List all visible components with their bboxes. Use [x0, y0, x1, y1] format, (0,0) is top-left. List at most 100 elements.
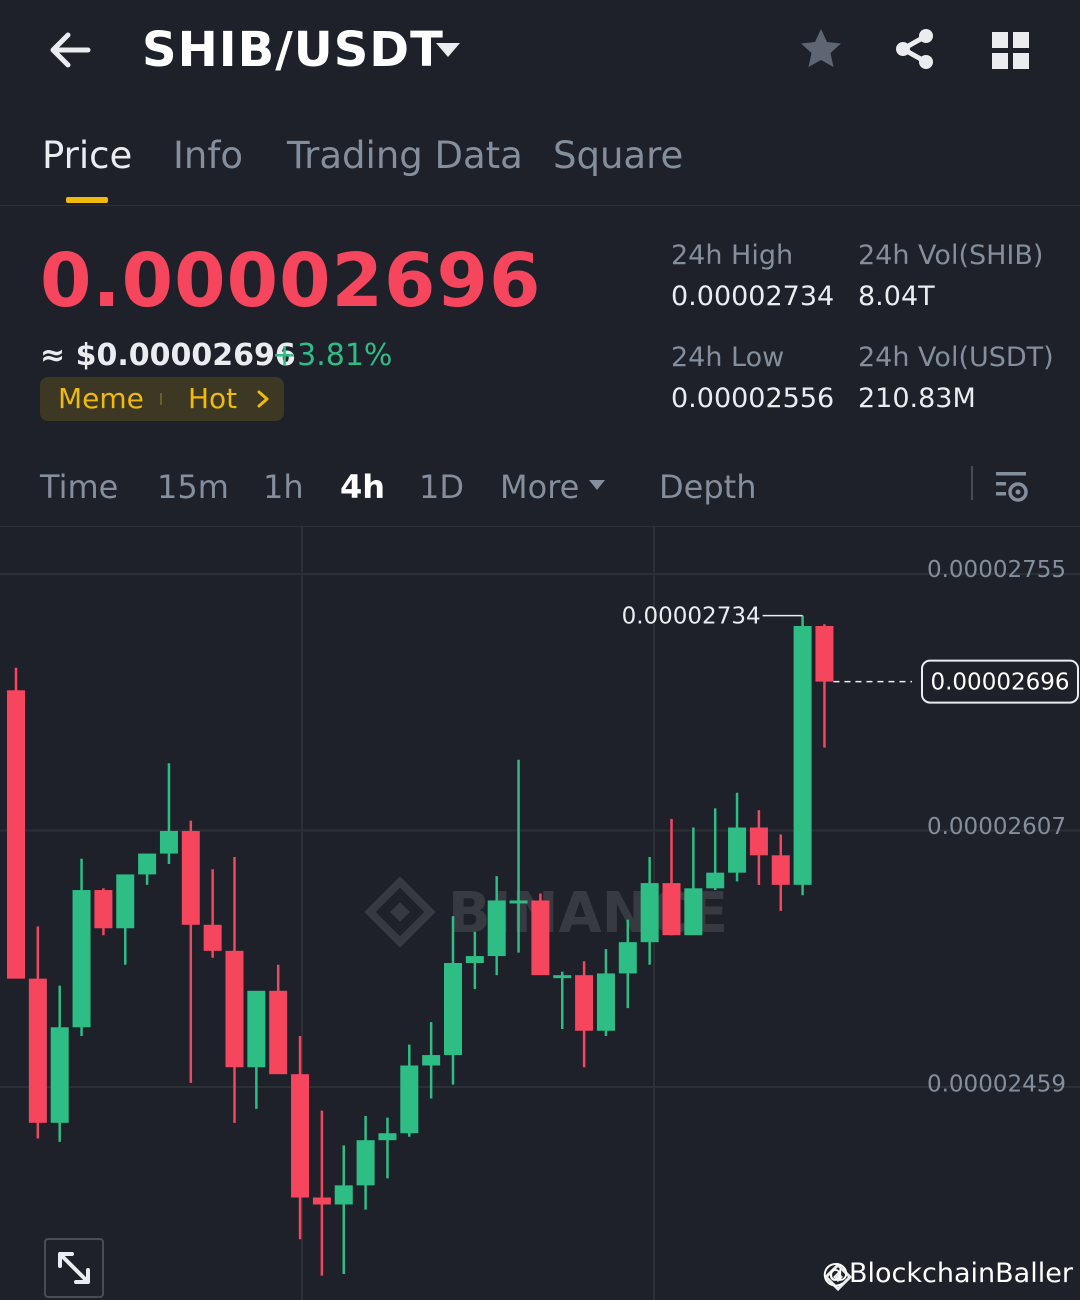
candle-body [334, 1185, 353, 1205]
candle-body [771, 855, 790, 885]
candle [138, 853, 157, 885]
candle [72, 858, 91, 1036]
interval-depth[interactable]: Depth [659, 468, 756, 506]
candle [50, 985, 69, 1142]
candle [225, 857, 244, 1123]
candle [181, 820, 200, 1083]
vol-base-label: 24h Vol(SHIB) [858, 240, 1044, 271]
y-tick-label: 0.00002607 [927, 814, 1066, 840]
tab-price[interactable]: Price [42, 134, 132, 177]
divider [971, 466, 973, 500]
interval-time[interactable]: Time [40, 468, 118, 506]
interval-4h[interactable]: 4h [340, 468, 385, 506]
candle-body [815, 626, 834, 682]
y-tick-label: 0.00002755 [927, 557, 1066, 583]
expand-button[interactable] [44, 1238, 104, 1298]
candle-body [509, 900, 528, 904]
vol-quote-value: 210.83M [858, 383, 976, 414]
candle [640, 857, 659, 965]
candle [312, 1110, 331, 1276]
high-value: 0.00002734 [671, 281, 835, 312]
candle-body [356, 1140, 375, 1186]
candle [356, 1115, 375, 1210]
grid-icon[interactable] [988, 28, 1034, 74]
watermark-username: @BlockchainBaller [822, 1258, 1073, 1289]
interval-15m[interactable]: 15m [157, 468, 229, 506]
candle-body [465, 956, 484, 964]
candle [575, 961, 594, 1068]
candle-body [291, 1074, 310, 1198]
candle [706, 808, 725, 891]
vol-quote-label: 24h Vol(USDT) [858, 342, 1054, 373]
candle-body [444, 963, 462, 1056]
candle-body [422, 1055, 441, 1066]
candle-body [94, 890, 113, 929]
candle [596, 949, 615, 1036]
active-tab-indicator [66, 197, 108, 203]
candle-body [640, 883, 659, 943]
arrow-left-icon[interactable] [44, 22, 100, 78]
candle [728, 792, 747, 882]
tab-square[interactable]: Square [553, 134, 683, 177]
candle-body [50, 1027, 69, 1123]
candle-body [618, 942, 637, 974]
candle [771, 834, 790, 911]
candle-body [553, 975, 572, 979]
candle [28, 926, 47, 1139]
candle-body [312, 1197, 331, 1205]
candle [815, 624, 834, 748]
candle [291, 1035, 310, 1240]
chart-settings-icon[interactable] [994, 468, 1030, 504]
pair-title[interactable]: SHIB/USDT [142, 22, 444, 78]
candle-body [487, 900, 506, 957]
candle-body [138, 853, 157, 875]
candle [334, 1145, 353, 1274]
candle-body [159, 830, 178, 854]
candle [94, 888, 113, 936]
candle [269, 964, 288, 1075]
tab-trading-data[interactable]: Trading Data [287, 134, 523, 177]
candle-body [684, 888, 703, 936]
star-icon[interactable] [798, 26, 844, 72]
candle-body [269, 990, 288, 1075]
price-change-percent: +3.81% [272, 338, 393, 373]
tab-info[interactable]: Info [173, 134, 243, 177]
candle [247, 990, 266, 1109]
tag-separator [160, 393, 162, 405]
usd-price: ≈ $0.00002696 [40, 338, 296, 373]
caret-down-icon[interactable] [587, 478, 607, 492]
candle-body [378, 1133, 397, 1141]
candle [662, 818, 681, 936]
candle-body [400, 1065, 419, 1134]
caret-down-icon[interactable] [434, 40, 462, 60]
low-label: 24h Low [671, 342, 785, 373]
candle-body [116, 874, 135, 929]
candle [7, 667, 25, 979]
candle-body [728, 827, 747, 873]
candle-body [72, 890, 91, 1028]
candle-body [531, 900, 550, 976]
last-price: 0.00002696 [40, 238, 542, 324]
tag-meme[interactable]: Meme [58, 382, 144, 415]
candle [159, 763, 178, 864]
chevron-right-icon[interactable] [254, 388, 272, 410]
candle-body [793, 626, 812, 885]
expand-icon [58, 1252, 90, 1284]
share-icon[interactable] [892, 26, 938, 72]
candle [531, 893, 550, 976]
interval-1d[interactable]: 1D [419, 468, 464, 506]
candle [749, 810, 768, 885]
interval-more[interactable]: More [500, 468, 579, 506]
candle-body [706, 872, 725, 889]
y-tick-label: 0.00002459 [927, 1071, 1066, 1097]
candle [793, 615, 812, 896]
candle-body [7, 690, 25, 979]
candlestick-chart[interactable]: BINANCE 0.000027550.000026070.00002459 0… [0, 527, 1080, 1300]
candle-body [181, 830, 200, 925]
tag-hot[interactable]: Hot [188, 382, 237, 415]
candle-body [596, 973, 615, 1031]
vol-base-value: 8.04T [858, 281, 935, 312]
candle-body [662, 883, 681, 936]
last-price-tag-label: 0.00002696 [930, 670, 1069, 696]
interval-1h[interactable]: 1h [263, 468, 304, 506]
